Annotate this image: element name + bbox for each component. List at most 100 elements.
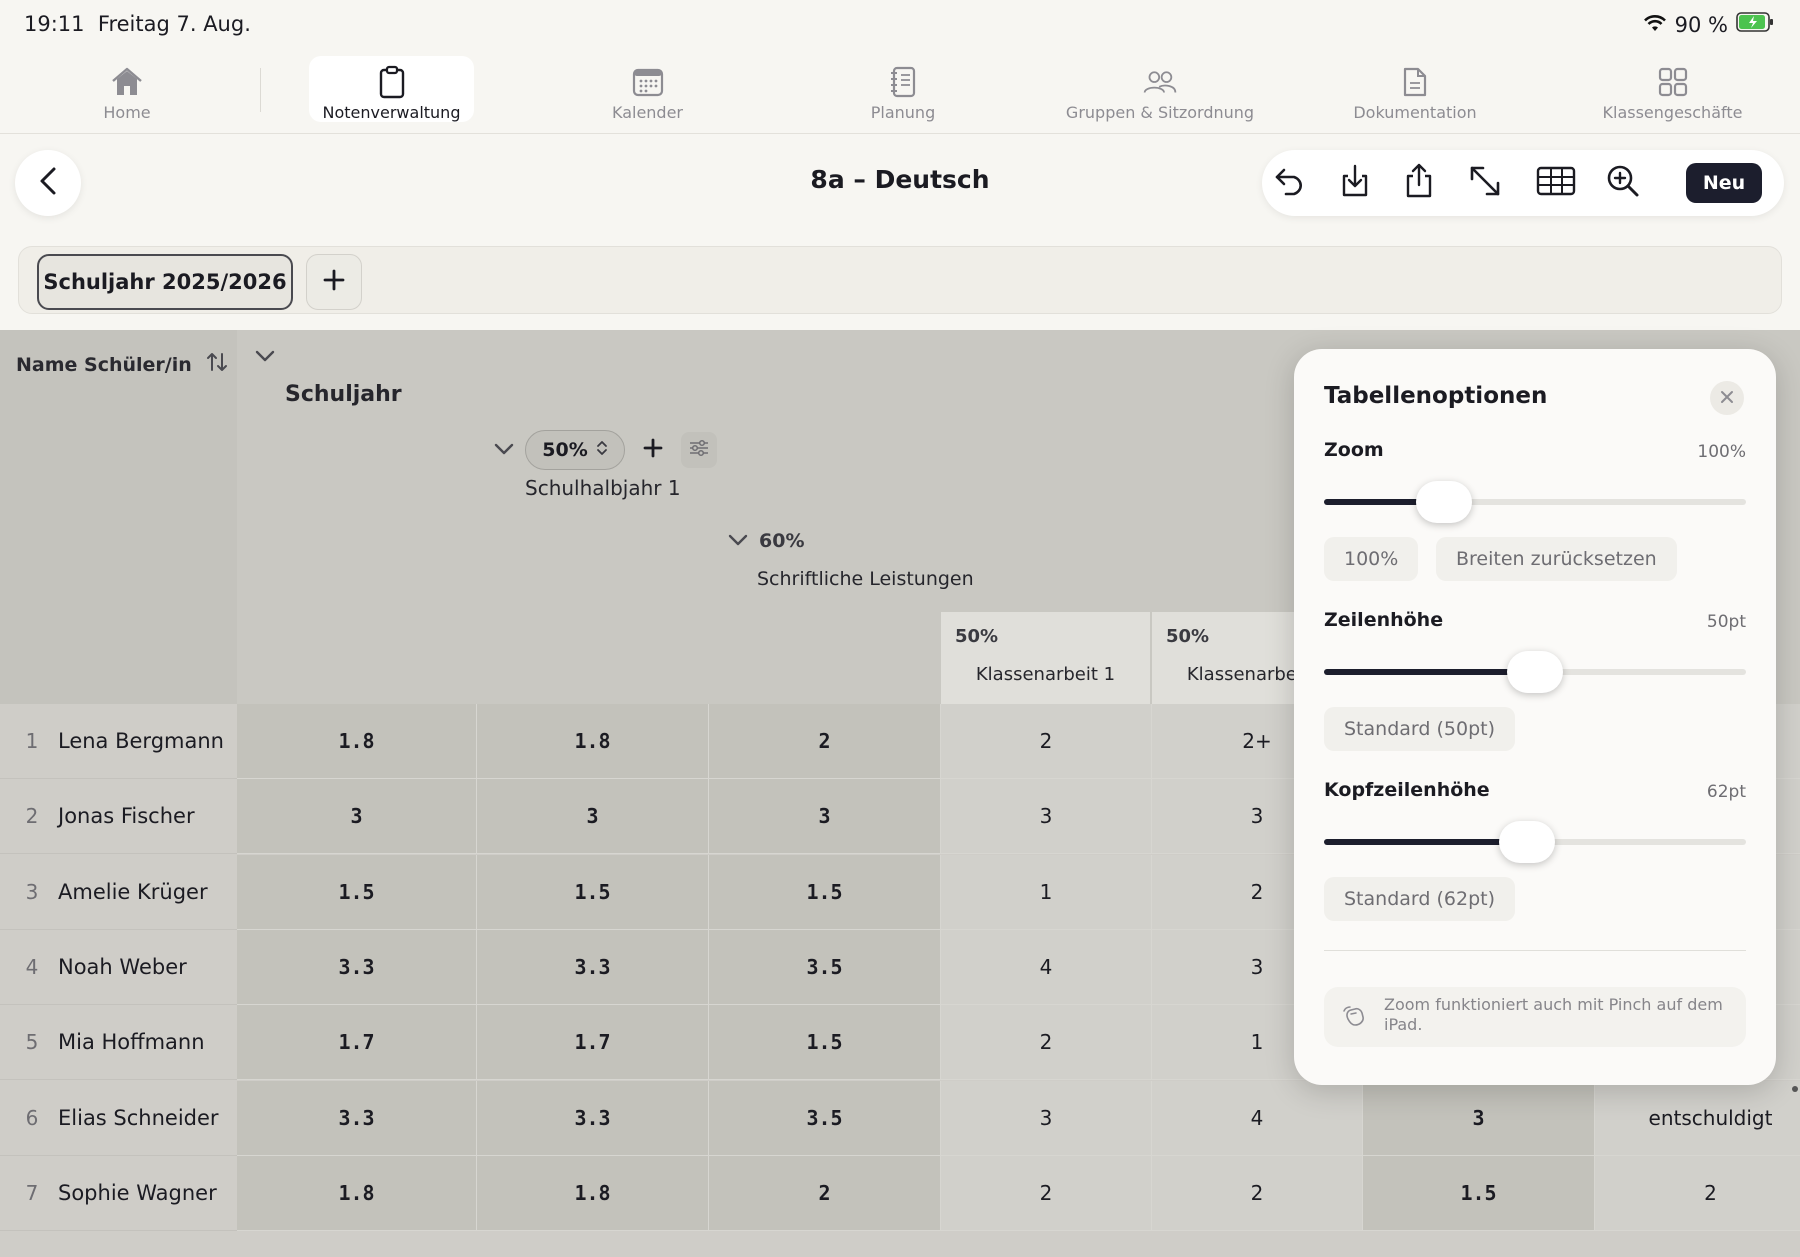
average-cell[interactable]: 3.3 [237, 1080, 477, 1156]
zoom-in-icon [1606, 164, 1640, 202]
student-name: Sophie Wagner [58, 1180, 217, 1205]
tab-separator [260, 68, 261, 112]
zoom-reset-chip[interactable]: 100% [1324, 537, 1419, 581]
average-cell[interactable]: 1.5 [709, 854, 941, 930]
table-options-panel: Tabellenoptionen Zoom 100% 100% Breiten … [1294, 349, 1776, 1085]
average-cell[interactable]: 3 [709, 779, 941, 855]
chevron-down-icon[interactable] [727, 530, 749, 552]
name-column-header: Name Schüler/in [0, 330, 237, 704]
student-name-cell[interactable]: 5 Mia Hoffmann [0, 1005, 237, 1081]
student-name-cell[interactable]: 6 Elias Schneider [0, 1080, 237, 1156]
average-cell[interactable]: 1.5 [709, 1005, 941, 1081]
new-button[interactable]: Neu [1686, 163, 1762, 203]
tab-label: Klassengeschäfte [1602, 103, 1743, 122]
ka-weight: 50% [955, 626, 999, 647]
tab-label: Notenverwaltung [322, 103, 461, 122]
add-year-button[interactable] [306, 254, 362, 310]
back-button[interactable] [15, 150, 81, 216]
student-name-cell[interactable]: 1 Lena Bergmann [0, 704, 237, 779]
grade-cell[interactable]: 1 [941, 854, 1152, 930]
average-cell[interactable]: 3.5 [709, 929, 941, 1005]
grade-cell[interactable]: 2 [941, 1005, 1152, 1081]
average-cell[interactable]: 3.3 [237, 929, 477, 1005]
grade-cell[interactable]: 4 [941, 929, 1152, 1005]
download-button[interactable] [1335, 163, 1375, 203]
grade-cell[interactable]: 3 [941, 779, 1152, 855]
average-cell[interactable]: 2 [709, 704, 941, 779]
tab-dokumentation[interactable]: Dokumentation [1345, 56, 1485, 122]
close-button[interactable] [1710, 381, 1744, 415]
add-column-button[interactable] [635, 432, 671, 468]
download-icon [1339, 164, 1371, 202]
grade-cell[interactable]: 2 [941, 704, 1152, 779]
row-number: 4 [25, 954, 39, 979]
plus-icon [323, 269, 345, 295]
student-name: Mia Hoffmann [58, 1030, 205, 1055]
average-cell[interactable]: 3 [477, 779, 709, 855]
tab-gruppen[interactable]: Gruppen & Sitzordnung [1055, 56, 1265, 122]
status-right: 90 % [1643, 12, 1774, 37]
student-name: Elias Schneider [58, 1105, 219, 1130]
student-name-cell[interactable]: 7 Sophie Wagner [0, 1155, 237, 1231]
name-header-text: Name Schüler/in [16, 353, 192, 376]
tab-kalender[interactable]: Kalender [580, 56, 715, 122]
row-height-slider[interactable] [1324, 651, 1746, 693]
student-name-cell[interactable]: 4 Noah Weber [0, 929, 237, 1005]
tab-home[interactable]: Home [62, 56, 192, 122]
chevron-down-icon[interactable] [254, 348, 276, 367]
undo-button[interactable] [1271, 163, 1311, 203]
slider-thumb[interactable] [1416, 481, 1473, 523]
tab-klassengeschaefte[interactable]: Klassengeschäfte [1590, 56, 1755, 122]
page-title: 8a – Deutsch [810, 165, 990, 194]
average-cell[interactable]: 1.8 [237, 704, 477, 779]
average-cell[interactable]: 1.8 [477, 1155, 709, 1231]
average-cell[interactable]: 3.5 [709, 1080, 941, 1156]
share-button[interactable] [1399, 163, 1439, 203]
chevron-down-icon[interactable] [493, 441, 515, 460]
average-cell[interactable]: 3 [237, 779, 477, 855]
average-cell[interactable]: 3.3 [477, 1080, 709, 1156]
row-height-default-chip[interactable]: Standard (50pt) [1324, 707, 1515, 751]
grade-cell[interactable]: 2 [1152, 1155, 1363, 1231]
grade-cell[interactable]: 2 [1595, 1155, 1800, 1231]
slider-thumb[interactable] [1507, 651, 1563, 693]
student-name-cell[interactable]: 3 Amelie Krüger [0, 854, 237, 930]
grade-cell[interactable]: 3 [941, 1080, 1152, 1156]
halbjahr-weight-stepper[interactable]: 50% [525, 430, 625, 470]
grade-cell[interactable]: 2 [941, 1155, 1152, 1231]
expand-button[interactable] [1465, 163, 1505, 203]
halbjahr-label: Schulhalbjahr 1 [525, 476, 681, 500]
ka-column-header[interactable]: 50% Klassenarbeit 1 [941, 612, 1150, 704]
zoom-slider[interactable] [1324, 481, 1746, 523]
average-cell[interactable]: 1.5 [477, 854, 709, 930]
name-header-label[interactable]: Name Schüler/in [16, 352, 228, 377]
home-icon [110, 65, 144, 99]
slider-thumb[interactable] [1498, 821, 1555, 863]
group-schuljahr-label: Schuljahr [285, 382, 402, 407]
student-name-cell[interactable]: 2 Jonas Fischer [0, 779, 237, 855]
zoom-button[interactable] [1603, 163, 1643, 203]
average-cell[interactable]: 1.5 [237, 854, 477, 930]
table-button[interactable] [1534, 163, 1578, 203]
sort-icon[interactable] [206, 352, 228, 377]
grade-cell[interactable]: 4 [1152, 1080, 1363, 1156]
average-cell[interactable]: 1.7 [237, 1005, 477, 1081]
average-cell[interactable]: 3 [1363, 1080, 1595, 1156]
column-settings-button[interactable] [681, 432, 717, 468]
chevron-updown-icon [596, 439, 608, 462]
header-height-default-chip[interactable]: Standard (62pt) [1324, 877, 1515, 921]
grade-cell[interactable]: entschuldigt [1595, 1080, 1800, 1156]
tab-planung[interactable]: Planung [838, 56, 968, 122]
average-cell[interactable]: 1.8 [477, 704, 709, 779]
hint-text: Zoom funktioniert auch mit Pinch auf dem… [1384, 995, 1723, 1034]
reset-widths-button[interactable]: Breiten zurücksetzen [1436, 537, 1677, 581]
average-cell[interactable]: 1.8 [237, 1155, 477, 1231]
header-height-slider[interactable] [1324, 821, 1746, 863]
average-cell[interactable]: 1.5 [1363, 1155, 1595, 1231]
average-cell[interactable]: 1.7 [477, 1005, 709, 1081]
tab-label: Kalender [611, 103, 684, 122]
tab-notenverwaltung[interactable]: Notenverwaltung [309, 56, 474, 122]
average-cell[interactable]: 2 [709, 1155, 941, 1231]
average-cell[interactable]: 3.3 [477, 929, 709, 1005]
year-chip[interactable]: Schuljahr 2025/2026 [37, 254, 293, 310]
